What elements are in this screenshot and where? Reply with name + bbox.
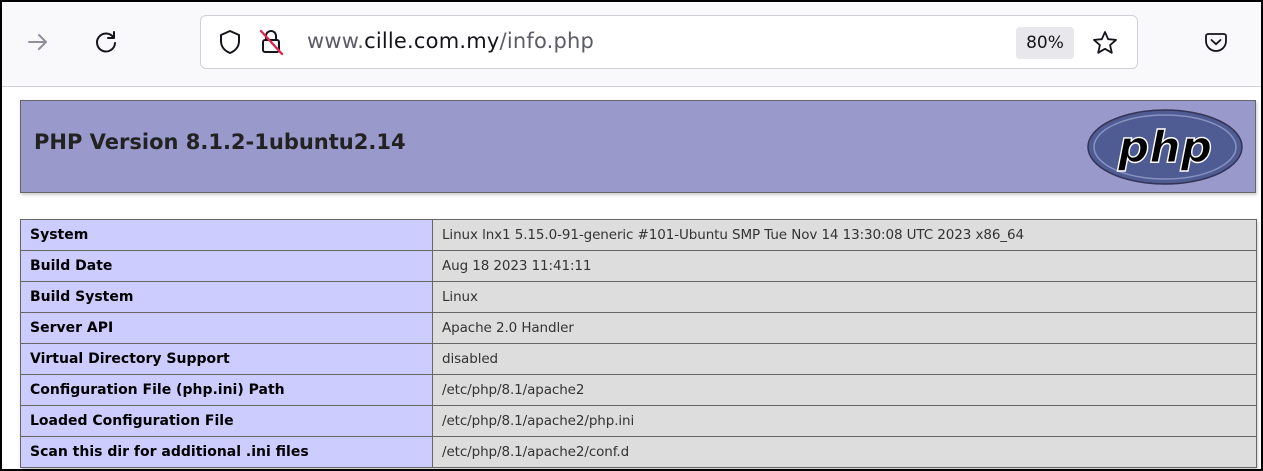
row-value: Linux: [432, 281, 1257, 313]
browser-toolbar: www.cille.com.my/info.php 80%: [2, 2, 1261, 87]
php-logo-text: php: [1117, 122, 1212, 173]
forward-arrow-icon[interactable]: [20, 24, 56, 60]
insecure-lock-icon[interactable]: [257, 28, 285, 56]
row-value: Apache 2.0 Handler: [432, 312, 1257, 344]
php-logo: php: [1087, 109, 1243, 185]
row-label: System: [20, 219, 433, 251]
row-value: Aug 18 2023 11:41:11: [432, 250, 1257, 282]
shield-icon[interactable]: [218, 29, 242, 55]
row-label: Build System: [20, 281, 433, 313]
url-path: /info.php: [499, 29, 595, 53]
url-text[interactable]: www.cille.com.my/info.php: [307, 29, 594, 53]
row-value: /etc/php/8.1/apache2/php.ini: [432, 405, 1257, 437]
table-row: System Linux lnx1 5.15.0-91-generic #101-…: [20, 219, 1257, 251]
row-value: /etc/php/8.1/apache2: [432, 374, 1257, 406]
row-label: Configuration File (php.ini) Path: [20, 374, 433, 406]
row-value: Linux lnx1 5.15.0-91-generic #101-Ubuntu…: [432, 219, 1257, 251]
table-row: Server API Apache 2.0 Handler: [20, 312, 1257, 344]
table-row: Build Date Aug 18 2023 11:41:11: [20, 250, 1257, 282]
pocket-icon[interactable]: [1198, 24, 1234, 60]
table-row: Build System Linux: [20, 281, 1257, 313]
table-row: Configuration File (php.ini) Path/etc/ph…: [20, 374, 1257, 406]
address-bar[interactable]: www.cille.com.my/info.php 80%: [200, 15, 1138, 69]
php-info-table: System Linux lnx1 5.15.0-91-generic #101-…: [20, 219, 1257, 468]
row-value: /etc/php/8.1/apache2/conf.d: [432, 436, 1257, 468]
row-value: disabled: [432, 343, 1257, 375]
zoom-level-badge[interactable]: 80%: [1016, 27, 1074, 59]
browser-window: www.cille.com.my/info.php 80% PHP Versio…: [0, 0, 1263, 471]
url-prefix: www.: [307, 29, 365, 53]
row-label: Scan this dir for additional .ini files: [20, 436, 433, 468]
page-title: PHP Version 8.1.2-1ubuntu2.14: [34, 130, 406, 154]
reload-icon[interactable]: [88, 24, 124, 60]
php-version-header: PHP Version 8.1.2-1ubuntu2.14 php: [20, 100, 1256, 193]
page-content: PHP Version 8.1.2-1ubuntu2.14 php System…: [2, 87, 1261, 469]
row-label: Loaded Configuration File: [20, 405, 433, 437]
url-domain: cille.com.my: [364, 29, 500, 53]
table-row: Virtual Directory Support disabled: [20, 343, 1257, 375]
row-label: Server API: [20, 312, 433, 344]
table-row: Loaded Configuration File/etc/php/8.1/ap…: [20, 405, 1257, 437]
row-label: Build Date: [20, 250, 433, 282]
table-row: Scan this dir for additional .ini files /…: [20, 436, 1257, 468]
row-label: Virtual Directory Support: [20, 343, 433, 375]
bookmark-star-icon[interactable]: [1091, 29, 1119, 57]
